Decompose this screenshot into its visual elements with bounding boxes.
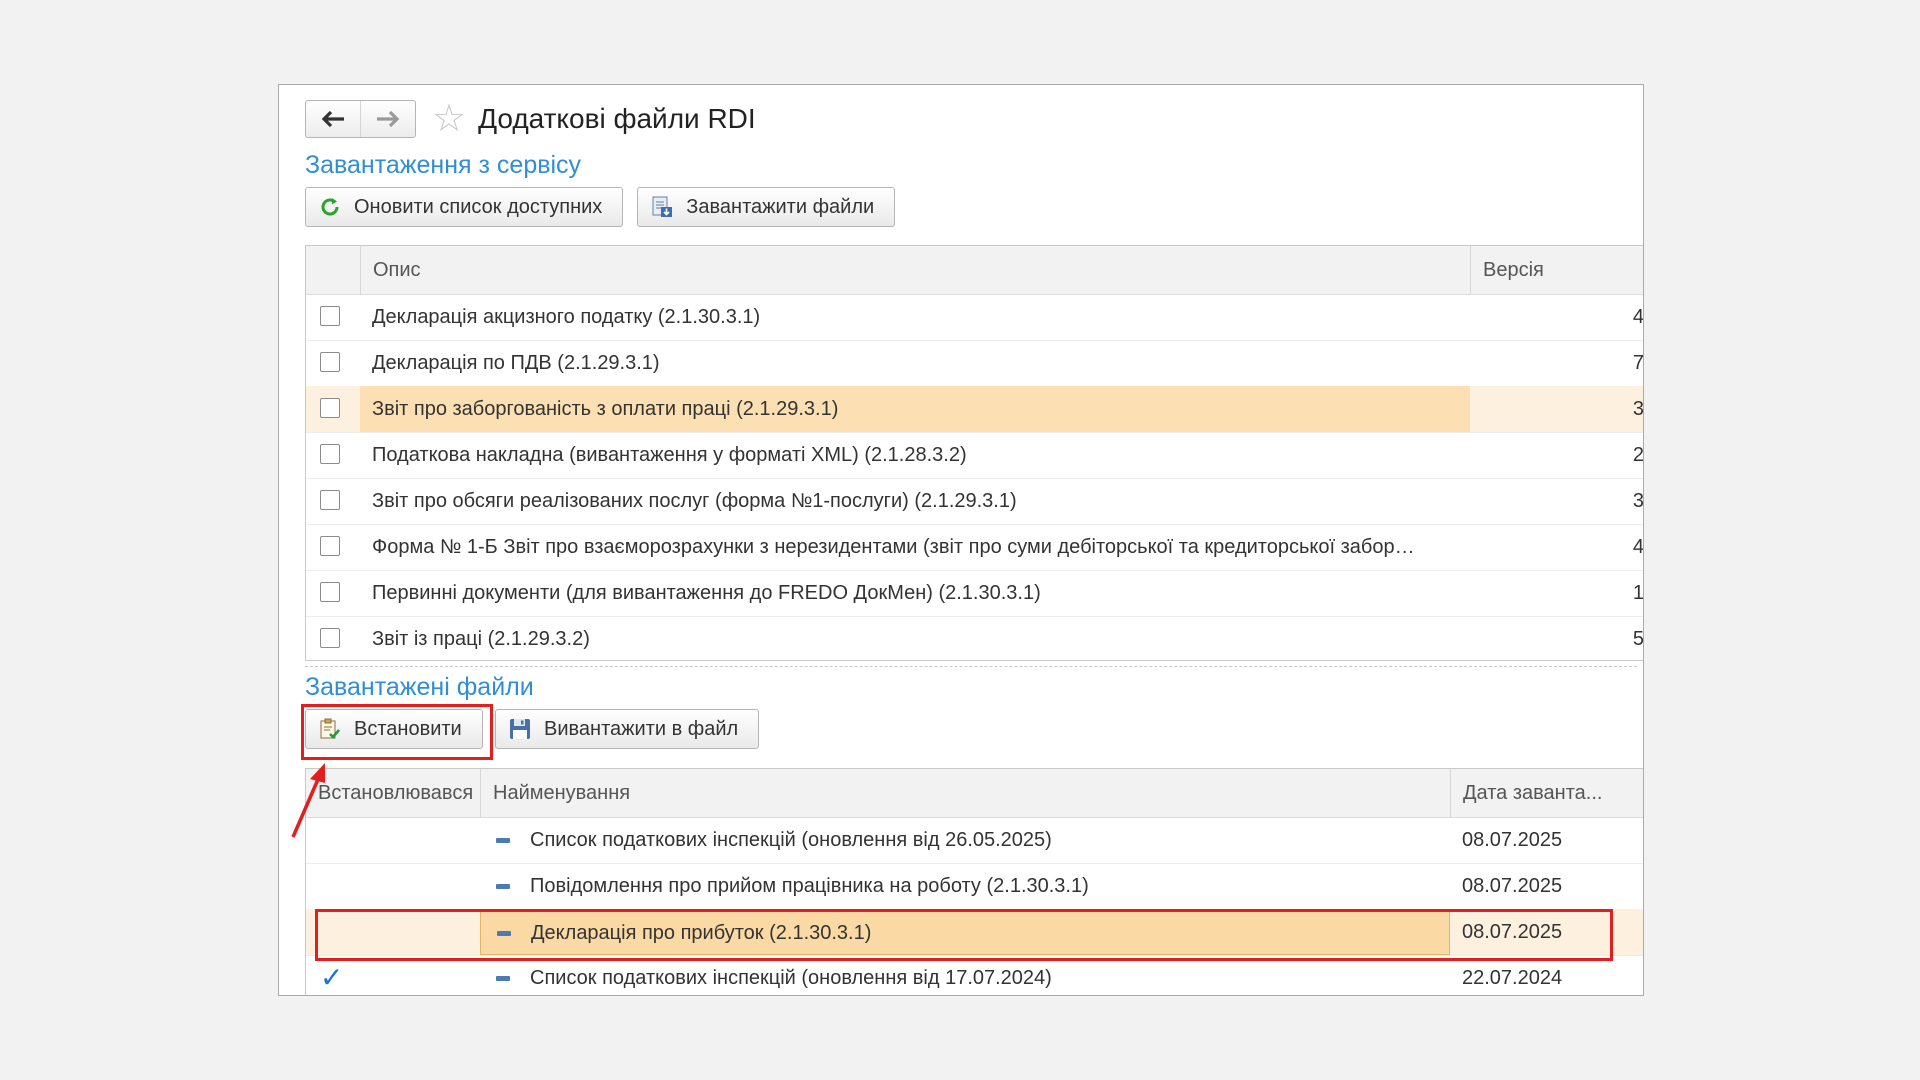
row-installed-check: ✓ <box>320 962 344 993</box>
annotation-arrow-icon <box>291 763 325 838</box>
table-row[interactable]: Декларація акцизного податку (2.1.30.3.1… <box>306 294 1644 341</box>
row-description: Форма № 1-Б Звіт про взаєморозрахунки з … <box>372 536 1415 558</box>
install-button[interactable]: Встановити <box>305 709 483 749</box>
downloaded-table-header: Встановлювався Найменування Дата заванта… <box>306 769 1643 818</box>
row-description: Звіт про заборгованість з оплати праці (… <box>360 386 1470 432</box>
row-download-date: 22.07.2024 <box>1462 967 1563 989</box>
row-name-text: Список податкових інспекцій (оновлення в… <box>530 967 1052 989</box>
service-section-title: Завантаження з сервісу <box>305 151 582 179</box>
install-icon <box>318 717 342 741</box>
download-files-label: Завантажити файли <box>686 195 875 218</box>
table-row[interactable]: Декларація по ПДВ (2.1.29.3.1) 7 <box>306 340 1644 387</box>
table-row[interactable]: Декларація про прибуток (2.1.30.3.1) 08.0… <box>306 909 1643 956</box>
file-item-icon <box>496 884 510 890</box>
service-table-header: Опис Версія <box>306 246 1643 295</box>
rdi-window: ☆ Додаткові файли RDI Завантаження з сер… <box>278 84 1644 996</box>
page-title: Додаткові файли RDI <box>478 103 756 134</box>
row-name: Декларація про прибуток (2.1.30.3.1) <box>480 909 1450 955</box>
row-download-date: 08.07.2025 <box>1462 921 1563 943</box>
row-version: 3 <box>1632 398 1644 420</box>
row-name-text: Список податкових інспекцій (оновлення в… <box>530 829 1052 851</box>
back-button[interactable] <box>306 101 360 137</box>
row-version: 7 <box>1632 352 1644 374</box>
row-description: Первинні документи (для вивантаження до … <box>372 582 1041 604</box>
row-version: 4 <box>1632 536 1644 558</box>
refresh-icon <box>318 195 342 219</box>
row-download-date: 08.07.2025 <box>1462 875 1563 897</box>
row-installed-check <box>306 909 480 955</box>
refresh-list-label: Оновити список доступних <box>354 195 603 218</box>
row-description: Податкова накладна (вивантаження у форма… <box>372 444 967 466</box>
row-version: 5 <box>1632 628 1644 650</box>
table-row[interactable]: Звіт про обсяги реалізованих послуг (фор… <box>306 478 1644 525</box>
save-disk-icon <box>508 717 532 741</box>
download-files-button[interactable]: Завантажити файли <box>637 187 896 227</box>
install-label: Встановити <box>354 717 462 740</box>
header-checkbox-col <box>306 246 360 294</box>
row-checkbox[interactable] <box>320 582 340 602</box>
header-download-date[interactable]: Дата заванта... <box>1450 769 1643 817</box>
row-name: Повідомлення про прийом працівника на ро… <box>480 863 1450 909</box>
downloaded-toolbar: Встановити Вивантажити в файл <box>305 709 760 749</box>
table-row[interactable]: Повідомлення про прийом працівника на ро… <box>306 863 1643 910</box>
export-to-file-button[interactable]: Вивантажити в файл <box>495 709 760 749</box>
table-row[interactable]: Список податкових інспекцій (оновлення в… <box>306 817 1643 864</box>
row-description: Звіт із праці (2.1.29.3.2) <box>372 628 590 650</box>
section-divider <box>305 666 1637 667</box>
row-description: Звіт про обсяги реалізованих послуг (фор… <box>372 490 1017 512</box>
row-checkbox[interactable] <box>320 352 340 372</box>
row-version: 1 <box>1632 582 1644 604</box>
row-name-text: Декларація про прибуток (2.1.30.3.1) <box>531 922 872 944</box>
service-toolbar: Оновити список доступних Завантажити фай… <box>305 187 896 227</box>
row-name: Список податкових інспекцій (оновлення в… <box>480 955 1450 995</box>
star-icon[interactable]: ☆ <box>432 100 466 138</box>
arrow-left-icon <box>321 110 344 128</box>
table-row[interactable]: Податкова накладна (вивантаження у форма… <box>306 432 1644 479</box>
table-row[interactable]: Звіт із праці (2.1.29.3.2) 5 <box>306 616 1644 660</box>
row-version: 3 <box>1632 490 1644 512</box>
row-checkbox[interactable] <box>320 628 340 648</box>
row-checkbox[interactable] <box>320 306 340 326</box>
file-item-icon <box>496 976 510 982</box>
table-row[interactable]: ✓ Список податкових інспекцій (оновлення … <box>306 955 1643 995</box>
row-checkbox[interactable] <box>320 490 340 510</box>
forward-button[interactable] <box>360 101 415 137</box>
downloaded-section-title: Завантажені файли <box>305 673 534 701</box>
arrow-right-icon <box>377 110 400 128</box>
refresh-list-button[interactable]: Оновити список доступних <box>305 187 624 227</box>
file-item-icon <box>497 931 511 937</box>
row-installed-check <box>306 863 480 909</box>
row-description: Декларація по ПДВ (2.1.29.3.1) <box>372 352 660 374</box>
row-checkbox[interactable] <box>320 536 340 556</box>
row-checkbox[interactable] <box>320 398 340 418</box>
file-item-icon <box>496 838 510 844</box>
downloaded-files-table: Встановлювався Найменування Дата заванта… <box>305 768 1643 995</box>
row-download-date: 08.07.2025 <box>1462 829 1563 851</box>
row-version: 4 <box>1632 306 1644 328</box>
table-row[interactable]: Форма № 1-Б Звіт про взаєморозрахунки з … <box>306 524 1644 571</box>
row-description: Декларація акцизного податку (2.1.30.3.1… <box>372 306 761 328</box>
nav-buttons <box>305 100 416 138</box>
row-version: 2 <box>1632 444 1644 466</box>
download-files-icon <box>650 195 674 219</box>
export-to-file-label: Вивантажити в файл <box>544 717 739 740</box>
window-header: ☆ Додаткові файли RDI <box>305 99 756 139</box>
header-description[interactable]: Опис <box>360 246 1470 294</box>
row-name: Список податкових інспекцій (оновлення в… <box>480 817 1450 863</box>
table-row[interactable]: Первинні документи (для вивантаження до … <box>306 570 1644 617</box>
service-files-table: Опис Версія Декларація акцизного податку… <box>305 245 1644 661</box>
header-name[interactable]: Найменування <box>480 769 1450 817</box>
table-row[interactable]: Звіт про заборгованість з оплати праці (… <box>306 386 1644 433</box>
header-version[interactable]: Версія <box>1470 246 1643 294</box>
row-checkbox[interactable] <box>320 444 340 464</box>
row-name-text: Повідомлення про прийом працівника на ро… <box>530 875 1089 897</box>
